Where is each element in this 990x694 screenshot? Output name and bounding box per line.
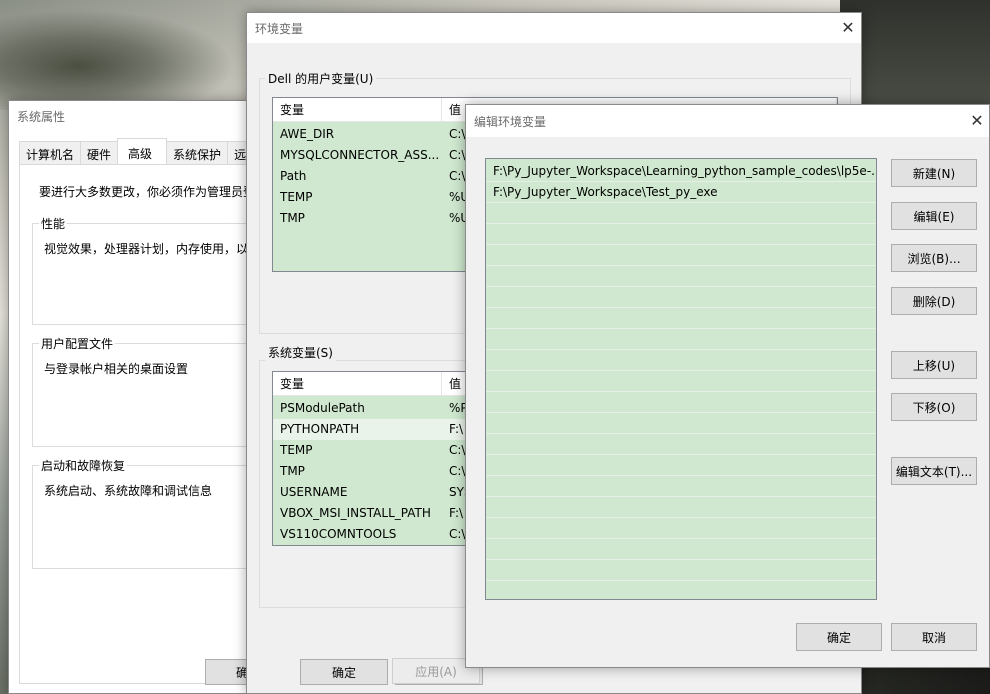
- admin-note: 要进行大多数更改，你必须作为管理员登: [39, 185, 256, 199]
- empty-list-row: [486, 245, 876, 266]
- empty-list-row: [486, 413, 876, 434]
- path-entry[interactable]: F:\Py_Jupyter_Workspace\Test_py_exe: [486, 182, 876, 203]
- empty-list-row: [486, 434, 876, 455]
- edit-environment-variable-title: 编辑环境变量: [474, 114, 547, 129]
- browse-button[interactable]: 浏览(B)...: [891, 244, 977, 272]
- delete-button[interactable]: 删除(D): [891, 287, 977, 315]
- environment-variables-ok-button[interactable]: 确定: [300, 659, 388, 685]
- close-icon[interactable]: ✕: [968, 112, 986, 130]
- move-down-button[interactable]: 下移(O): [891, 393, 977, 421]
- user-variables-label: Dell 的用户变量(U): [265, 70, 377, 87]
- empty-list-row: [486, 539, 876, 560]
- empty-list-row: [486, 497, 876, 518]
- desktop-background-tree: [0, 0, 260, 110]
- path-entry[interactable]: F:\Py_Jupyter_Workspace\Learning_python_…: [486, 161, 876, 182]
- system-properties-title: 系统属性: [17, 109, 66, 124]
- cancel-button[interactable]: 取消: [891, 623, 977, 651]
- edit-environment-variable-titlebar[interactable]: 编辑环境变量: [466, 105, 989, 137]
- column-header-variable[interactable]: 变量: [273, 372, 442, 396]
- user-profiles-group-title: 用户配置文件: [39, 335, 116, 352]
- new-button[interactable]: 新建(N): [891, 159, 977, 187]
- empty-list-row: [486, 266, 876, 287]
- system-variables-label: 系统变量(S): [265, 344, 336, 361]
- empty-list-row: [486, 329, 876, 350]
- tab-system-protection[interactable]: 系统保护: [166, 141, 229, 165]
- empty-list-row: [486, 224, 876, 245]
- environment-variables-title: 环境变量: [255, 21, 304, 36]
- startup-recovery-group-title: 启动和故障恢复: [39, 457, 128, 474]
- empty-list-row: [486, 287, 876, 308]
- empty-list-row: [486, 392, 876, 413]
- edit-button[interactable]: 编辑(E): [891, 202, 977, 230]
- tab-advanced[interactable]: 高级: [117, 138, 168, 165]
- empty-list-row: [486, 350, 876, 371]
- close-icon[interactable]: ✕: [839, 19, 857, 37]
- empty-list-row: [486, 308, 876, 329]
- user-profiles-group-desc: 与登录帐户相关的桌面设置: [44, 362, 189, 376]
- empty-list-row: [486, 518, 876, 539]
- empty-list-row: [486, 455, 876, 476]
- empty-list-row: [486, 371, 876, 392]
- edit-environment-variable-window: 编辑环境变量 ✕ F:\Py_Jupyter_Workspace\Learnin…: [465, 104, 990, 668]
- empty-list-row: [486, 476, 876, 497]
- performance-group-title: 性能: [39, 215, 68, 232]
- empty-list-row: [486, 203, 876, 224]
- system-properties-tabs: 计算机名 硬件 高级 系统保护 远: [19, 138, 254, 165]
- performance-group-desc: 视觉效果，处理器计划，内存使用，以: [44, 242, 249, 256]
- tab-computer-name[interactable]: 计算机名: [19, 141, 82, 165]
- move-up-button[interactable]: 上移(U): [891, 351, 977, 379]
- column-header-variable[interactable]: 变量: [273, 98, 442, 122]
- path-entries-list[interactable]: F:\Py_Jupyter_Workspace\Learning_python_…: [485, 158, 877, 600]
- tab-hardware[interactable]: 硬件: [80, 141, 119, 165]
- ok-button[interactable]: 确定: [796, 623, 882, 651]
- environment-variables-titlebar[interactable]: 环境变量: [247, 13, 861, 43]
- edit-text-button[interactable]: 编辑文本(T)...: [891, 457, 977, 485]
- startup-recovery-group-desc: 系统启动、系统故障和调试信息: [44, 484, 213, 498]
- empty-list-row: [486, 560, 876, 581]
